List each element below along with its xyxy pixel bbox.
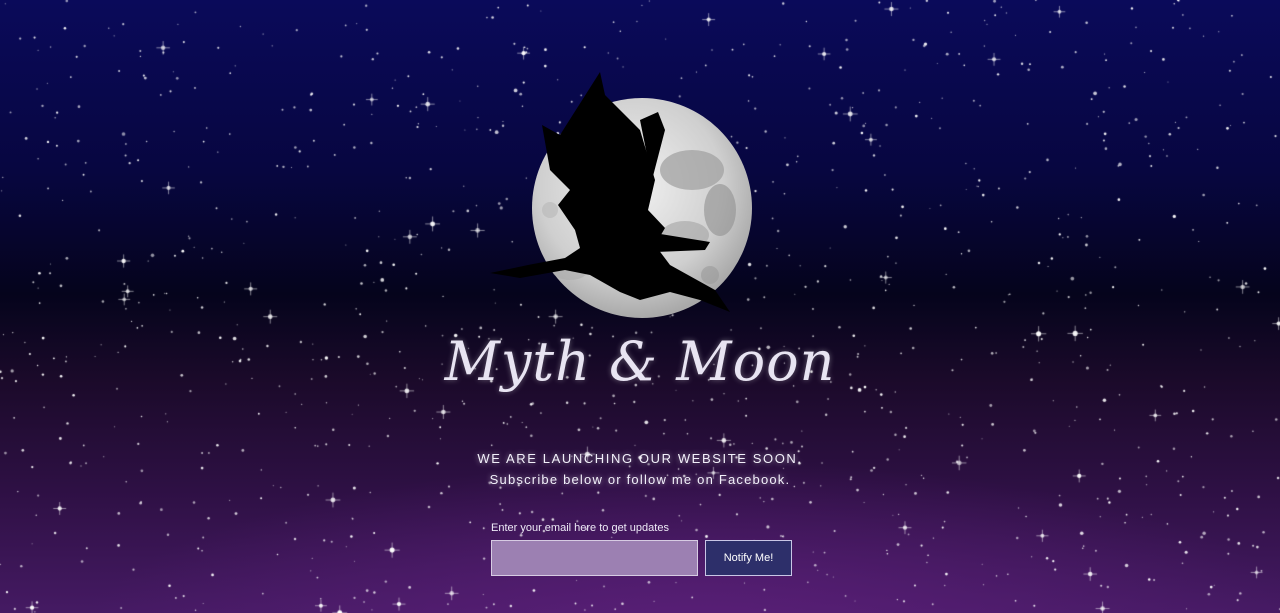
hero-section: Myth & Moon WE ARE LAUNCHING OUR WEBSITE… (0, 0, 1280, 613)
email-label: Enter your email here to get updates (491, 522, 669, 534)
dragon-moon-icon (490, 72, 752, 318)
launch-announcement: WE ARE LAUNCHING OUR WEBSITE SOON. (477, 451, 803, 466)
email-input[interactable] (491, 540, 698, 576)
notify-button[interactable]: Notify Me! (705, 540, 792, 576)
subscribe-subtext: Subscribe below or follow me on Facebook… (489, 472, 791, 487)
brand-logo: Myth & Moon (444, 330, 836, 393)
